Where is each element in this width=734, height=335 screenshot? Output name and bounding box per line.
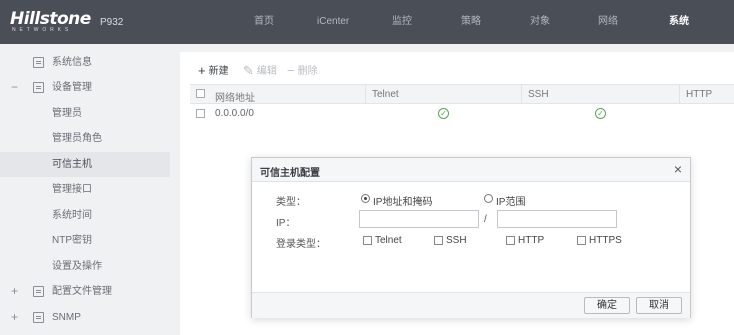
sidebar-item-label: 管理接口 [52, 184, 92, 195]
check-circle-icon: ✓ [438, 108, 449, 119]
brand-subtitle: NETWORKS [12, 27, 73, 33]
system-info-icon [33, 57, 44, 68]
trusted-host-dialog: 可信主机配置 × 类型： IP地址和掩码 IP范围 IP： / 登录类型： Te… [251, 157, 691, 318]
mask-input[interactable] [497, 210, 617, 228]
top-bar: Hillstone NETWORKS P932 首页 iCenter 监控 策略… [0, 0, 734, 44]
cancel-button[interactable]: 取消 [636, 297, 682, 314]
sidebar-item-label: 系统信息 [52, 57, 92, 68]
sidebar-item-admin[interactable]: 管理员 [0, 101, 170, 126]
http-checkbox[interactable] [506, 236, 515, 245]
radio-ip-range-label[interactable]: IP范围 [496, 193, 525, 208]
sidebar-item-manage-interface[interactable]: 管理接口 [0, 177, 170, 202]
sidebar-item-label: 管理员 [52, 108, 82, 119]
plus-icon: + [198, 63, 206, 78]
cell-address: 0.0.0.0/0 [215, 108, 254, 119]
column-divider [521, 85, 522, 103]
col-telnet[interactable]: Telnet [372, 89, 399, 100]
nav-network[interactable]: 网络 [598, 0, 618, 44]
expand-icon[interactable]: + [11, 305, 18, 330]
dialog-header: 可信主机配置 × [252, 158, 690, 182]
sidebar-item-label: 设备管理 [52, 82, 92, 93]
ip-mask-separator: / [484, 214, 487, 225]
delete-button-label: 删除 [297, 66, 318, 77]
sidebar-item-config-file[interactable]: + 配置文件管理 [0, 279, 170, 304]
sidebar-item-label: 系统时间 [52, 210, 92, 221]
check-circle-icon: ✓ [595, 108, 606, 119]
sidebar-item-trusted-host[interactable]: 可信主机 [0, 152, 170, 177]
edit-button[interactable]: ✎ 编辑 [243, 62, 277, 79]
sidebar-item-device-manage[interactable]: − 设备管理 [0, 75, 170, 100]
sidebar-item-ntp-key[interactable]: NTP密钥 [0, 228, 170, 253]
table-row[interactable]: 0.0.0.0/0 ✓ ✓ [190, 104, 734, 124]
col-address[interactable]: 网络地址 [215, 89, 255, 104]
minus-icon: − [287, 63, 295, 78]
expand-icon[interactable]: + [11, 279, 18, 304]
column-divider [365, 85, 366, 103]
http-label[interactable]: HTTP [518, 235, 544, 246]
snmp-icon [33, 312, 44, 323]
select-all-checkbox[interactable] [196, 89, 205, 98]
sidebar-item-snmp[interactable]: + SNMP [0, 305, 170, 330]
dialog-title: 可信主机配置 [260, 168, 320, 179]
new-button-label: 新建 [208, 66, 229, 77]
sidebar-item-label: SNMP [52, 312, 81, 323]
col-ssh[interactable]: SSH [528, 89, 549, 100]
radio-ip-mask-label[interactable]: IP地址和掩码 [373, 193, 432, 208]
ssh-label[interactable]: SSH [446, 235, 467, 246]
close-icon[interactable]: × [674, 161, 682, 177]
nav-home[interactable]: 首页 [254, 0, 274, 44]
ssh-checkbox[interactable] [434, 236, 443, 245]
ok-button[interactable]: 确定 [584, 297, 630, 314]
device-model: P932 [100, 17, 124, 28]
sidebar-item-label: 设置及操作 [52, 261, 102, 272]
sidebar-item-admin-role[interactable]: 管理员角色 [0, 126, 170, 151]
delete-button[interactable]: − 删除 [287, 62, 318, 78]
pencil-icon: ✎ [243, 63, 254, 78]
nav-object[interactable]: 对象 [530, 0, 550, 44]
toolbar: + 新建 ✎ 编辑 − 删除 [180, 52, 734, 84]
config-file-icon [33, 286, 44, 297]
radio-ip-range[interactable] [484, 194, 493, 203]
dialog-footer: 确定 取消 [252, 292, 690, 318]
https-checkbox[interactable] [577, 236, 586, 245]
col-http[interactable]: HTTP [686, 89, 712, 100]
sidebar: 系统信息 − 设备管理 管理员 管理员角色 可信主机 管理接口 系统时间 NTP… [0, 44, 170, 335]
nav-icenter[interactable]: iCenter [317, 0, 349, 44]
collapse-icon[interactable]: − [11, 75, 18, 100]
sidebar-item-system-info[interactable]: 系统信息 [0, 50, 170, 75]
brand-name: Hillstone [10, 9, 91, 29]
https-label[interactable]: HTTPS [589, 235, 622, 246]
nav-monitor[interactable]: 监控 [392, 0, 412, 44]
table-header: 网络地址 Telnet SSH HTTP [190, 84, 734, 104]
telnet-label[interactable]: Telnet [375, 235, 402, 246]
nav-policy[interactable]: 策略 [461, 0, 481, 44]
type-label: 类型： [276, 197, 306, 208]
sidebar-item-settings-ops[interactable]: 设置及操作 [0, 254, 170, 279]
login-type-label: 登录类型： [276, 239, 326, 250]
sidebar-item-system-time[interactable]: 系统时间 [0, 203, 170, 228]
device-manage-icon [33, 82, 44, 93]
new-button[interactable]: + 新建 [198, 62, 229, 78]
sidebar-item-label: NTP密钥 [52, 235, 92, 246]
sidebar-item-label: 可信主机 [52, 159, 92, 170]
nav-system[interactable]: 系统 [669, 0, 689, 44]
hillstone-logo[interactable]: Hillstone NETWORKS P932 [10, 9, 130, 39]
row-checkbox[interactable] [196, 109, 205, 118]
edit-button-label: 编辑 [256, 66, 277, 77]
column-divider [679, 85, 680, 103]
radio-ip-mask[interactable] [361, 194, 370, 203]
sidebar-item-label: 配置文件管理 [52, 286, 112, 297]
sidebar-item-label: 管理员角色 [52, 133, 102, 144]
ip-label: IP： [276, 218, 296, 229]
ip-input[interactable] [359, 210, 479, 228]
telnet-checkbox[interactable] [363, 236, 372, 245]
